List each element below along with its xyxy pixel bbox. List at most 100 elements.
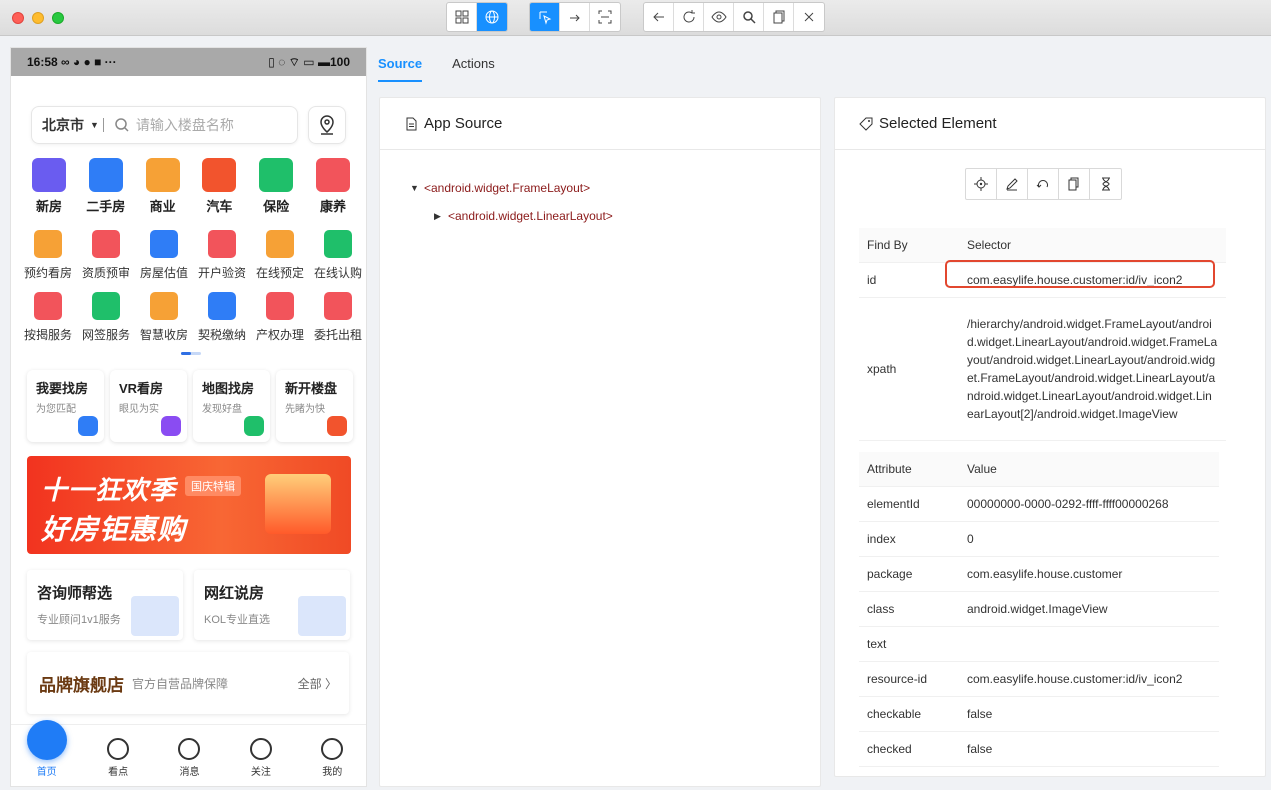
nav-icon [178,738,201,760]
tab-source[interactable]: Source [378,48,423,82]
tap-element-button[interactable] [966,169,997,199]
brand-store-row[interactable]: 品牌旗舰店 官方自营品牌保障 全部 〉 [27,652,349,714]
copy-icon [773,10,784,24]
element-actions [965,168,1122,200]
table-row: index 0 [859,521,1219,557]
tree-node[interactable]: ▼ <android.widget.FrameLayout> [410,174,790,202]
clear-button[interactable] [1028,169,1059,199]
copy-xml-button[interactable] [764,3,794,31]
quit-session-button[interactable] [794,3,824,31]
service-item[interactable]: 开户验资 [193,230,251,281]
service-icon [208,292,236,320]
search-box[interactable]: 北京市 ▼ 请输入楼盘名称 [31,106,298,144]
attribute-value[interactable]: 0 [959,521,1219,557]
attribute-value[interactable]: com.easylife.house.customer [959,556,1219,592]
category-item[interactable]: 康养 [305,158,361,215]
service-item[interactable]: 房屋估值 [135,230,193,281]
service-item[interactable]: 网签服务 [77,292,135,343]
search-element-button[interactable] [734,3,764,31]
service-item[interactable]: 在线认购 [309,230,366,281]
native-mode-button[interactable] [447,3,477,31]
map-location-button[interactable] [308,106,346,144]
main-category-row: 新房 二手房 商业 汽车 保险 康养 [21,158,361,215]
findby-value[interactable]: /hierarchy/android.widget.FrameLayout/an… [959,297,1226,441]
attribute-value[interactable]: false [959,696,1219,732]
city-selector[interactable]: 北京市 [42,115,84,135]
nav-item[interactable]: 消息 [164,738,214,778]
service-item[interactable]: 产权办理 [251,292,309,343]
swipe-button[interactable] [560,3,590,31]
tree-node[interactable]: ▶ <android.widget.LinearLayout> [410,202,790,230]
feature-card-title: VR看房 [119,381,164,396]
caret-down-icon[interactable]: ▼ [410,183,424,193]
eye-icon [710,11,727,23]
category-item[interactable]: 商业 [135,158,191,215]
show-hidden-button[interactable] [704,3,734,31]
category-icon [315,158,350,192]
feature-card[interactable]: 地图找房 发现好盘 [193,370,270,442]
column-header: Attribute [859,452,959,487]
web-mode-button[interactable] [477,3,507,31]
location-pin-icon [320,115,334,135]
attribute-key: resource-id [859,661,959,697]
feature-card-title: 新开楼盘 [285,381,338,396]
service-item[interactable]: 智慧收房 [135,292,193,343]
select-elements-button[interactable] [530,3,560,31]
service-row-2: 按揭服务 网签服务 智慧收房 契税缴纳 产权办理 委托出租 [19,292,366,343]
findby-value[interactable]: com.easylife.house.customer:id/iv_icon2 [959,262,1226,298]
nav-item[interactable]: 我的 [307,738,357,778]
status-bar: 16:58 ∞ ◕ ● ■ ··· ▯ ◌ ⌔ ▭ ▬100 [11,48,366,76]
table-row: checkable false [859,696,1219,732]
service-icon [324,230,352,258]
category-item[interactable]: 二手房 [78,158,134,215]
timing-button[interactable] [1090,169,1121,199]
brand-all-link[interactable]: 全部 〉 [298,675,337,692]
attribute-value[interactable] [959,626,1219,662]
feature-card[interactable]: 我要找房 为您匹配 [27,370,104,442]
send-keys-button[interactable] [997,169,1028,199]
nav-icon [107,738,130,760]
nav-item[interactable]: 关注 [236,738,286,778]
attribute-value[interactable]: android.widget.ImageView [959,591,1219,627]
tab-actions[interactable]: Actions [452,48,495,82]
back-button[interactable] [644,3,674,31]
service-icon [34,230,62,258]
feature-card[interactable]: 新开楼盘 先睹为快 [276,370,353,442]
service-item[interactable]: 委托出租 [309,292,366,343]
category-item[interactable]: 新房 [21,158,77,215]
consultant-card[interactable]: 咨询师帮选 专业顾问1v1服务 [27,570,183,640]
bottom-nav: 首页 看点 消息 关注 我的 [11,720,366,786]
selected-element-panel: Selected Element Find By Selector id com… [834,97,1266,777]
feature-card-badge-icon [78,416,98,436]
brand-subtitle: 官方自营品牌保障 [132,676,229,691]
attribute-key: class [859,591,959,627]
attribute-value[interactable]: com.easylife.house.customer:id/iv_icon2 [959,661,1219,697]
copy-attributes-button[interactable] [1059,169,1090,199]
service-item[interactable]: 在线预定 [251,230,309,281]
edit-icon [1006,178,1018,191]
service-label: 网签服务 [81,328,130,342]
tap-coordinates-button[interactable] [590,3,620,31]
nav-item[interactable]: 看点 [93,738,143,778]
influencer-card[interactable]: 网红说房 KOL专业直选 [194,570,350,640]
inspector-tabs: Source Actions [378,48,495,84]
attribute-value[interactable]: false [959,731,1219,767]
zoom-window-button[interactable] [52,12,64,24]
screenshot-icon [598,10,612,24]
category-item[interactable]: 汽车 [191,158,247,215]
service-item[interactable]: 资质预审 [77,230,135,281]
promo-banner[interactable]: 十一狂欢季 国庆特辑 好房钜惠购 [27,456,351,554]
feature-card[interactable]: VR看房 眼见为实 [110,370,187,442]
minimize-window-button[interactable] [32,12,44,24]
close-window-button[interactable] [12,12,24,24]
category-item[interactable]: 保险 [248,158,304,215]
service-item[interactable]: 预约看房 [19,230,77,281]
service-item[interactable]: 按揭服务 [19,292,77,343]
device-screenshot[interactable]: 16:58 ∞ ◕ ● ■ ··· ▯ ◌ ⌔ ▭ ▬100 北京市 ▼ 请输入… [10,47,367,787]
attribute-value[interactable]: 00000000-0000-0292-ffff-ffff00000268 [959,486,1219,522]
table-row: package com.easylife.house.customer [859,556,1219,592]
refresh-button[interactable] [674,3,704,31]
service-item[interactable]: 契税缴纳 [193,292,251,343]
caret-right-icon[interactable]: ▶ [434,211,448,222]
nav-item[interactable]: 首页 [22,720,72,778]
